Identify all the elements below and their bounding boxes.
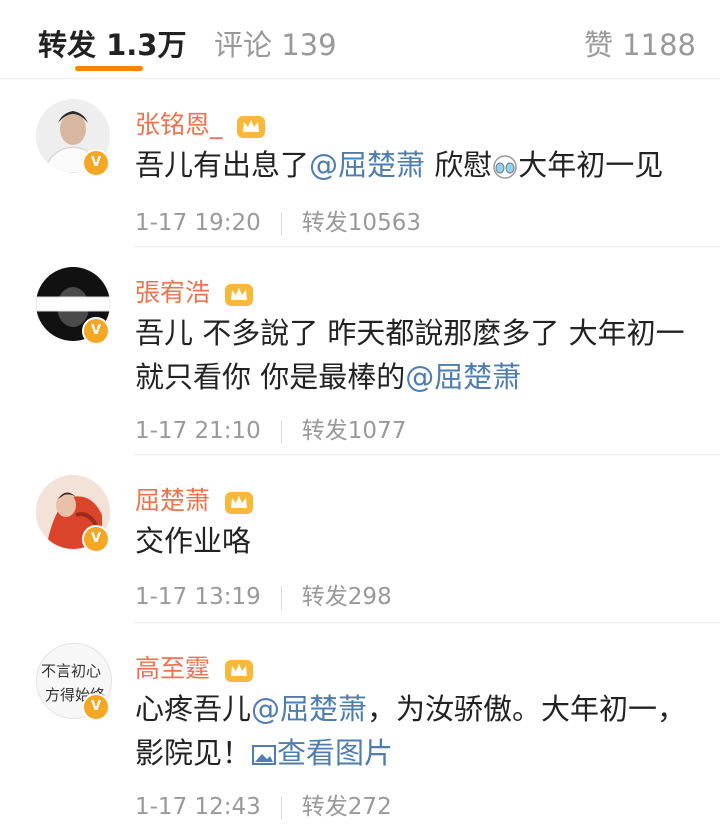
verified-badge-icon: V [82, 317, 110, 345]
timestamp: 1-17 13:19 [135, 584, 261, 610]
view-image-label: 查看图片 [277, 736, 394, 770]
verified-badge-icon: V [82, 525, 110, 553]
active-tab-indicator [75, 66, 143, 71]
username[interactable]: 屈楚萧 [135, 481, 254, 517]
divider [280, 585, 282, 610]
verified-badge-icon: V [82, 693, 110, 721]
verified-badge-icon: V [82, 149, 110, 177]
divider [280, 795, 282, 820]
crown-icon [237, 116, 266, 138]
text-segment: 心疼吾儿 [135, 692, 252, 726]
repost-count[interactable]: 转发10563 [302, 210, 421, 236]
tab-likes[interactable]: 赞 1188 [584, 22, 696, 64]
mention-link[interactable]: @屈楚萧 [251, 692, 367, 726]
crown-icon [224, 284, 253, 306]
list-item: V 屈楚萧 交作业咯 1-17 13:19 转发298 [0, 455, 720, 623]
text-segment: 交作业咯 [135, 524, 252, 558]
tab-reposts[interactable]: 转发 1.3万 [38, 22, 186, 64]
text-segment: 大年初一见 [518, 148, 664, 182]
repost-count[interactable]: 转发1077 [302, 418, 407, 444]
mention-link[interactable]: @屈楚萧 [309, 148, 425, 182]
divider [280, 211, 282, 236]
comment-text: 心疼吾儿@屈楚萧，为汝骄傲。大年初一，影院见！ 查看图片 [135, 687, 695, 775]
username-text: 屈楚萧 [135, 486, 211, 515]
comment-text: 吾儿 不多說了 昨天都說那麼多了 大年初一就只看你 你是最棒的@屈楚萧 [135, 311, 695, 399]
repost-count[interactable]: 转发272 [302, 794, 392, 820]
meta-row: 1-17 21:10 转发1077 [135, 411, 406, 445]
list-item: V 張宥浩 吾儿 不多說了 昨天都說那麼多了 大年初一就只看你 你是最棒的@屈楚… [0, 247, 720, 455]
list-item: V 张铭恩_ 吾儿有出息了@屈楚萧 欣慰 大年初一见 1-17 19:20 转发10… [0, 79, 720, 247]
text-segment: 欣慰 [425, 148, 493, 182]
timestamp: 1-17 21:10 [135, 418, 261, 444]
username[interactable]: 张铭恩_ [135, 105, 266, 141]
username-text: 張宥浩 [135, 278, 211, 307]
crown-icon [224, 660, 253, 682]
timestamp: 1-17 12:43 [135, 794, 261, 820]
username[interactable]: 張宥浩 [135, 273, 254, 309]
tears-of-joy-icon [493, 155, 517, 179]
username-text: 张铭恩_ [135, 110, 223, 139]
timestamp: 1-17 19:20 [135, 210, 261, 236]
comment-text: 交作业咯 [135, 519, 695, 563]
meta-row: 1-17 19:20 转发10563 [135, 203, 421, 237]
meta-row: 1-17 13:19 转发298 [135, 577, 392, 611]
username-text: 高至霆 [135, 654, 211, 683]
divider [280, 419, 282, 444]
mention-link[interactable]: @屈楚萧 [405, 360, 521, 394]
image-icon [252, 745, 277, 765]
repost-count[interactable]: 转发298 [302, 584, 392, 610]
avatar-calligraphy: 不言初心 [41, 662, 102, 680]
comment-text: 吾儿有出息了@屈楚萧 欣慰 大年初一见 [135, 143, 695, 187]
tab-bar: 转发 1.3万 评论 139 赞 1188 [0, 0, 720, 79]
meta-row: 1-17 12:43 转发272 [135, 787, 392, 821]
tab-comments[interactable]: 评论 139 [214, 22, 337, 64]
text-segment: 吾儿有出息了 [135, 148, 310, 182]
list-item: 不言初心 方得始终 V 高至霆 心疼吾儿@屈楚萧，为汝骄傲。大年初一，影院见！查… [0, 623, 720, 827]
crown-icon [224, 492, 253, 514]
username[interactable]: 高至霆 [135, 649, 254, 685]
view-image-link[interactable]: 查看图片 [251, 736, 393, 770]
